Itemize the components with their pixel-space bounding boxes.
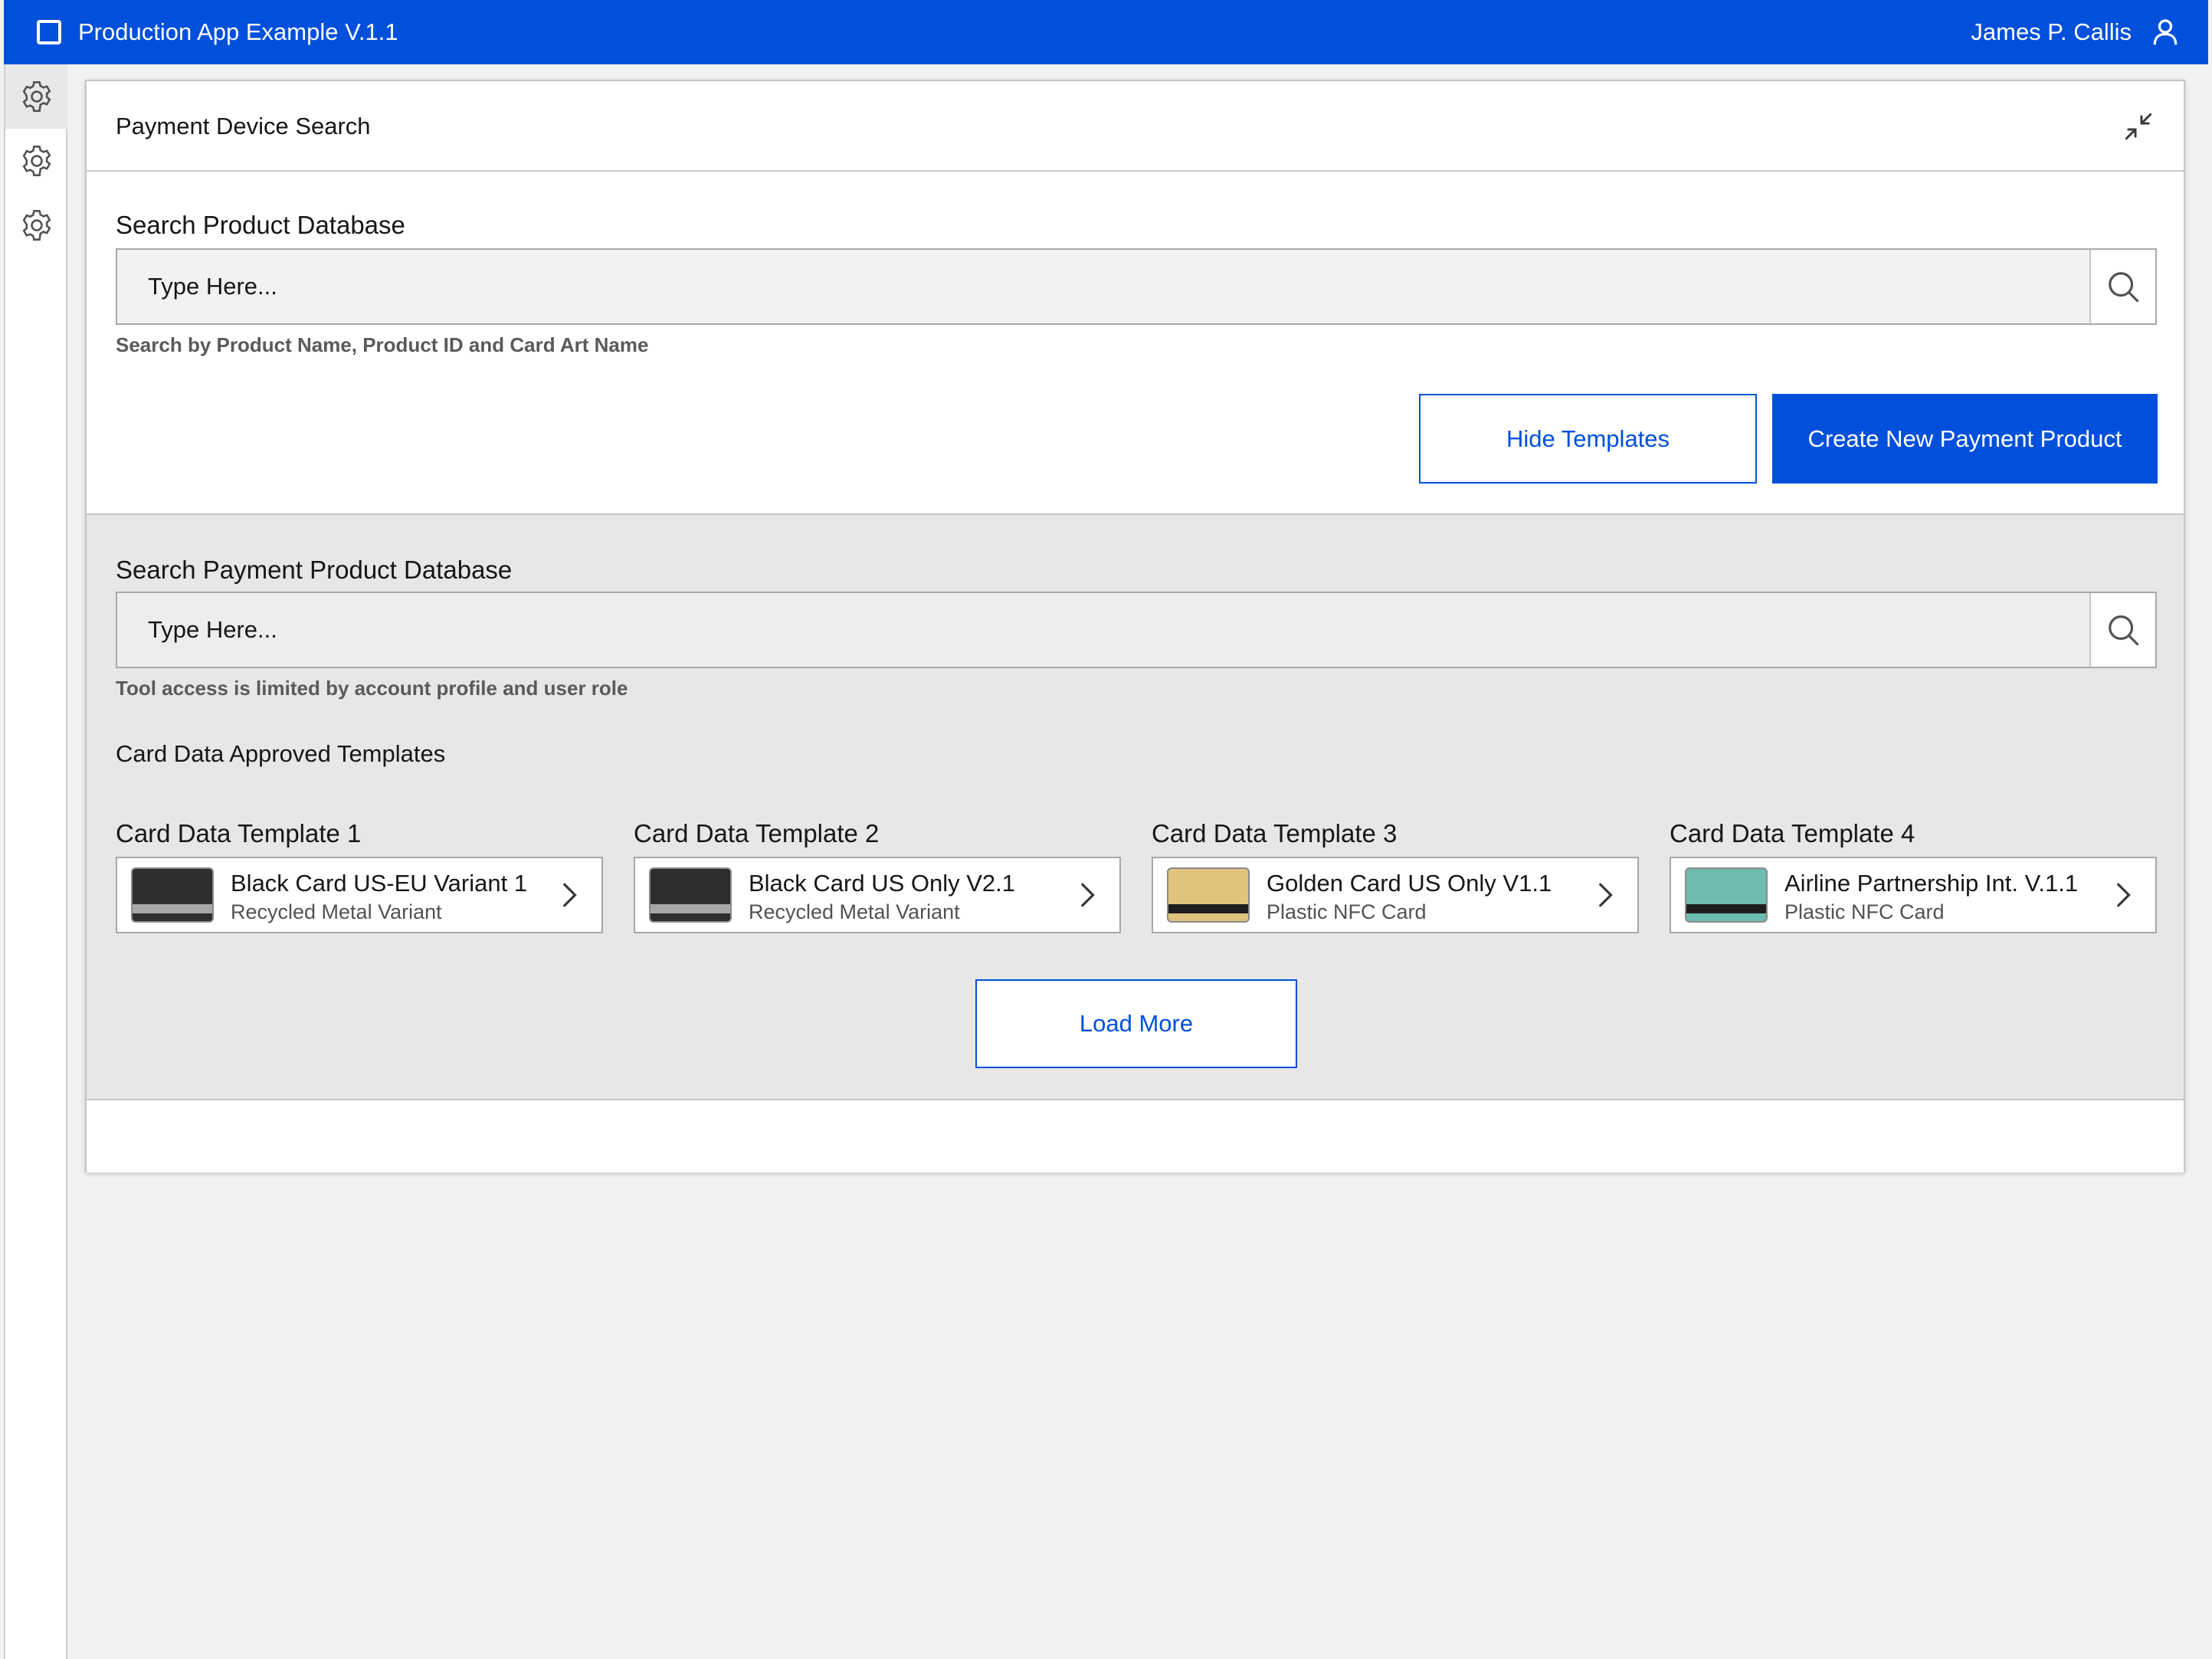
chevron-right-icon xyxy=(2117,883,2131,907)
panel-title: Payment Device Search xyxy=(116,113,371,139)
load-more-button[interactable]: Load More xyxy=(975,979,1297,1068)
product-search-label: Search Product Database xyxy=(116,211,405,239)
sidebar-item-settings-2[interactable] xyxy=(5,129,67,193)
gear-icon xyxy=(22,81,51,112)
card-art-thumbnail xyxy=(1685,867,1768,923)
app-title: Production App Example V.1.1 xyxy=(78,18,398,45)
search-icon xyxy=(2109,272,2139,303)
card-art-thumbnail xyxy=(1167,867,1250,923)
minimize-icon xyxy=(2125,113,2152,140)
card-stripe xyxy=(133,904,212,913)
template-subtitle: Recycled Metal Variant xyxy=(231,900,442,923)
app-square-icon[interactable] xyxy=(37,20,61,44)
card-stripe xyxy=(650,904,730,913)
sidebar xyxy=(4,64,67,1659)
template-subtitle: Plastic NFC Card xyxy=(1784,900,1945,923)
templates-heading: Card Data Approved Templates xyxy=(116,740,446,767)
payment-search-input[interactable] xyxy=(117,593,2090,667)
gear-icon xyxy=(22,146,51,176)
card-art-thumbnail xyxy=(649,867,732,923)
template-title: Golden Card US Only V1.1 xyxy=(1267,870,1552,897)
template-title: Airline Partnership Int. V.1.1 xyxy=(1784,870,2079,897)
top-bar: Production App Example V.1.1 James P. Ca… xyxy=(4,0,2208,64)
chevron-right-icon xyxy=(1599,883,1613,907)
product-search-helper: Search by Product Name, Product ID and C… xyxy=(116,333,649,356)
template-subtitle: Recycled Metal Variant xyxy=(749,900,960,923)
search-icon xyxy=(2109,615,2139,646)
template-tile-4[interactable]: Airline Partnership Int. V.1.1 Plastic N… xyxy=(1670,857,2157,933)
sidebar-item-settings-1[interactable] xyxy=(5,64,67,129)
template-section: Search Payment Product Database Tool acc… xyxy=(87,513,2184,1100)
template-label: Card Data Template 1 xyxy=(116,819,362,848)
payment-search-field xyxy=(116,592,2157,668)
user-icon[interactable] xyxy=(2150,17,2181,48)
sidebar-item-settings-3[interactable] xyxy=(5,193,67,257)
product-search-input[interactable] xyxy=(117,250,2090,323)
template-label: Card Data Template 4 xyxy=(1670,819,1915,848)
user-name[interactable]: James P. Callis xyxy=(1971,15,2132,49)
payment-search-helper: Tool access is limited by account profil… xyxy=(116,677,628,700)
panel-footer xyxy=(87,1100,2184,1172)
card-art-thumbnail xyxy=(131,867,214,923)
template-tile-3[interactable]: Golden Card US Only V1.1 Plastic NFC Car… xyxy=(1152,857,1639,933)
panel-header: Payment Device Search xyxy=(87,81,2184,172)
product-search-button[interactable] xyxy=(2089,250,2155,323)
payment-search-button[interactable] xyxy=(2089,593,2155,667)
gear-icon xyxy=(22,210,51,241)
template-label: Card Data Template 3 xyxy=(1152,819,1398,848)
card-stripe xyxy=(1686,904,1766,913)
template-title: Black Card US Only V2.1 xyxy=(749,870,1016,897)
template-tile-2[interactable]: Black Card US Only V2.1 Recycled Metal V… xyxy=(634,857,1121,933)
template-label: Card Data Template 2 xyxy=(634,819,880,848)
chevron-right-icon xyxy=(1081,883,1095,907)
hide-templates-button[interactable]: Hide Templates xyxy=(1419,394,1757,484)
chevron-right-icon xyxy=(563,883,577,907)
template-subtitle: Plastic NFC Card xyxy=(1267,900,1427,923)
payment-device-search-panel: Payment Device Search Search Product Dat… xyxy=(85,80,2185,1172)
collapse-button[interactable] xyxy=(2121,109,2156,144)
template-tile-1[interactable]: Black Card US-EU Variant 1 Recycled Meta… xyxy=(116,857,603,933)
template-title: Black Card US-EU Variant 1 xyxy=(231,870,528,897)
payment-search-label: Search Payment Product Database xyxy=(116,556,513,584)
card-stripe xyxy=(1168,904,1248,913)
create-new-payment-product-button[interactable]: Create New Payment Product xyxy=(1772,394,2158,484)
product-search-field xyxy=(116,248,2157,325)
